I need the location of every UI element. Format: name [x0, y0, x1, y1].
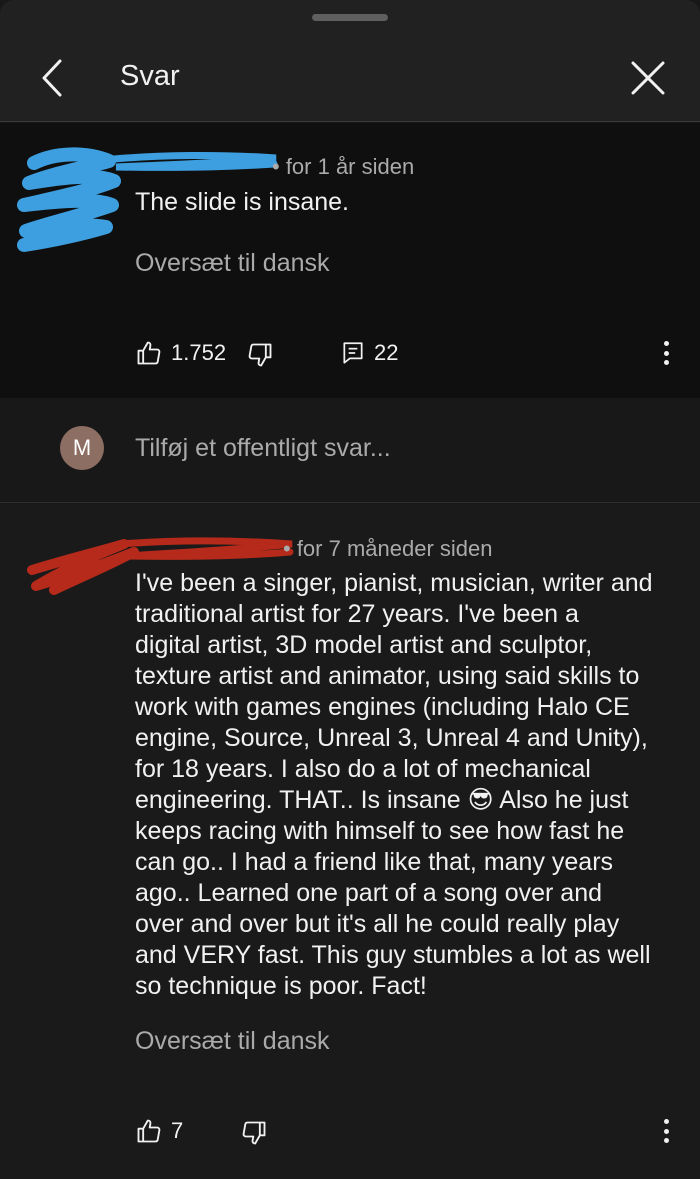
- close-icon: [631, 61, 665, 95]
- sheet-header: Svar: [0, 0, 700, 122]
- like-button[interactable]: 7: [135, 1117, 183, 1145]
- comment-text-line: over and over but it's all he could real…: [135, 910, 620, 938]
- redacted-avatar-scribble: [17, 147, 121, 252]
- drag-handle[interactable]: [312, 14, 388, 21]
- thumbs-up-icon: [137, 1119, 161, 1143]
- more-vert-icon[interactable]: [656, 1116, 676, 1146]
- like-count: 1.752: [171, 340, 227, 365]
- translate-link[interactable]: Oversæt til dansk: [135, 1027, 330, 1056]
- translate-link[interactable]: Oversæt til dansk: [135, 249, 330, 278]
- more-vert-icon[interactable]: [656, 338, 676, 368]
- reply-input[interactable]: Tilføj et offentligt svar...: [135, 434, 391, 463]
- back-arrow-icon: [42, 59, 62, 97]
- comment-timestamp: • for 1 år siden: [272, 154, 415, 179]
- main-comment: • for 1 år siden The slide is insane. Ov…: [0, 123, 700, 398]
- comment-text-line: traditional artist for 27 years. I've be…: [135, 600, 579, 628]
- thumbs-down-icon: [248, 343, 272, 367]
- comment-text-line: and VERY fast. This guy stumbles a lot a…: [135, 941, 651, 969]
- like-count: 7: [171, 1118, 184, 1143]
- reply-comment: • for 7 måneder siden I've been a singer…: [0, 504, 700, 1179]
- comment-text-line: can go.. I had a friend like that, many …: [135, 848, 614, 876]
- comment-text-line: for 18 years. I also do a lot of mechani…: [135, 755, 591, 783]
- avatar: M: [60, 426, 104, 470]
- comment-text-line: ago.. Learned one part of a song over an…: [135, 879, 603, 907]
- add-reply-bar[interactable]: M Tilføj et offentligt svar...: [0, 398, 700, 503]
- comment-text-line: engineering. THAT.. Is insane 😎 Also he …: [135, 786, 629, 814]
- comment-text: The slide is insane.: [135, 188, 350, 216]
- comment-text-line: digital artist, 3D model artist and scul…: [135, 631, 593, 659]
- reply-button[interactable]: 22: [340, 339, 398, 367]
- comment-text-line: I've been a singer, pianist, musician, w…: [135, 569, 653, 597]
- comment-text-line: engine, Source, Unreal 3, Unreal 4 and U…: [135, 724, 648, 752]
- dislike-button[interactable]: [246, 341, 274, 369]
- reply-icon: [343, 342, 363, 364]
- thumbs-up-icon: [137, 341, 161, 365]
- comment-text-line: texture artist and animator, using said …: [135, 662, 640, 690]
- close-button[interactable]: [626, 56, 670, 100]
- redacted-username-scribble: [110, 151, 278, 171]
- header-title: Svar: [120, 60, 180, 92]
- thumbs-down-icon: [242, 1121, 266, 1145]
- back-button[interactable]: [34, 56, 70, 100]
- comment-text-line: keeps racing with himself to see how fas…: [135, 817, 625, 845]
- comment-text-line: so technique is poor. Fact!: [135, 972, 427, 1000]
- comment-timestamp: • for 7 måneder siden: [283, 536, 493, 561]
- dislike-button[interactable]: [240, 1119, 268, 1147]
- comment-text-block: I've been a singer, pianist, musician, w…: [135, 568, 653, 1002]
- comment-text-line: work with games engines (including Halo …: [135, 693, 630, 721]
- like-button[interactable]: 1.752: [135, 339, 226, 367]
- reply-count: 22: [374, 340, 399, 365]
